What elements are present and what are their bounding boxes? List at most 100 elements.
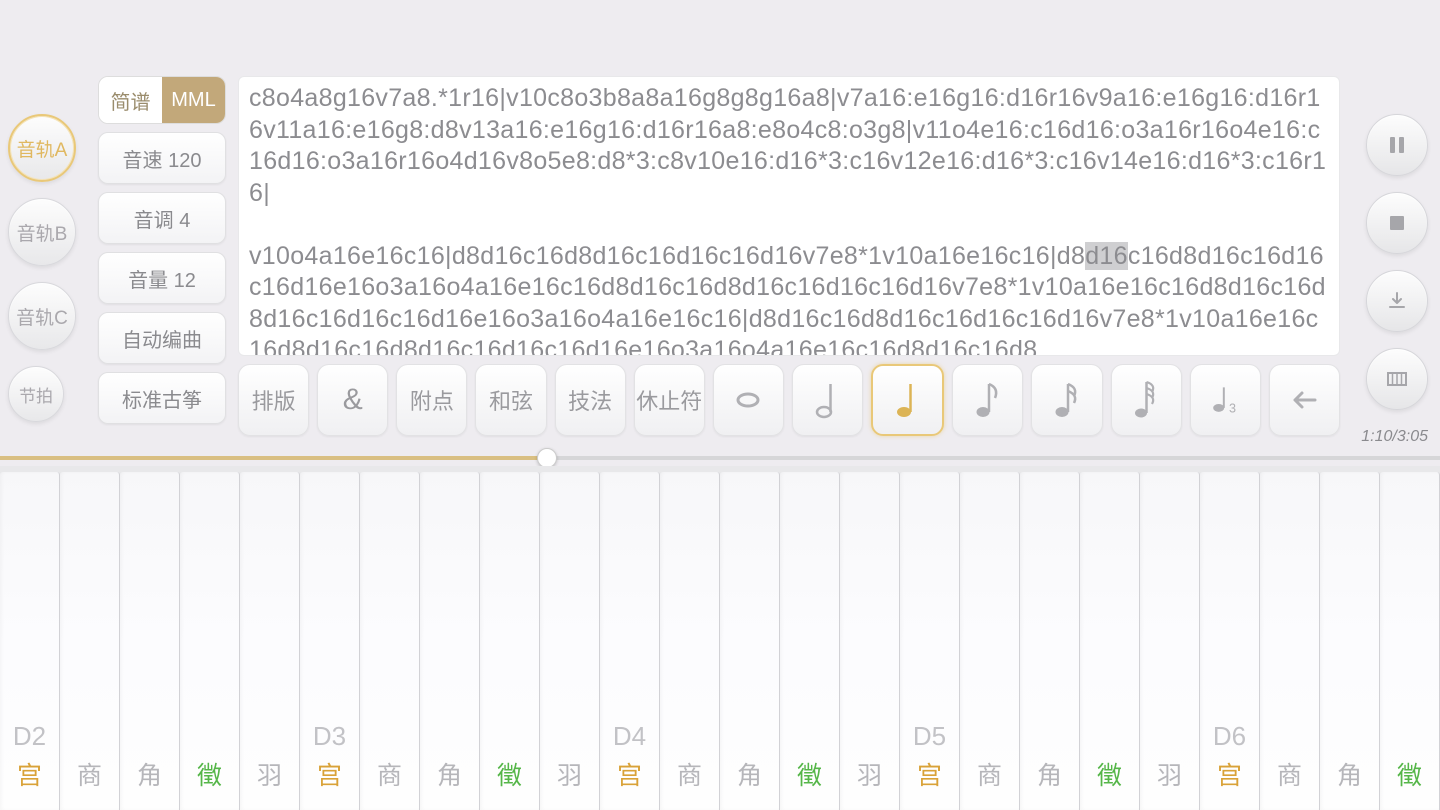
pentatonic-label: 角 xyxy=(137,756,162,792)
string-key[interactable]: D4 宫 xyxy=(600,472,660,810)
track-a-button[interactable]: 音轨A xyxy=(8,114,76,182)
pentatonic-label: 徵 xyxy=(197,756,222,792)
string-key[interactable]: 商 xyxy=(360,472,420,810)
pentatonic-label: 宫 xyxy=(917,756,942,792)
dotted-button[interactable]: 附点 xyxy=(396,364,467,436)
backspace-button[interactable] xyxy=(1269,364,1340,436)
string-key[interactable]: 角 xyxy=(1020,472,1080,810)
chord-button[interactable]: 和弦 xyxy=(475,364,546,436)
progress-fill xyxy=(0,456,547,460)
string-key[interactable]: 商 xyxy=(960,472,1020,810)
tempo-button[interactable]: 音速 120 xyxy=(98,132,226,184)
whole-note-icon xyxy=(733,380,763,420)
download-button[interactable] xyxy=(1366,270,1428,332)
playback-controls xyxy=(1366,114,1428,410)
half-note-icon xyxy=(813,380,843,420)
pentatonic-label: 商 xyxy=(977,756,1002,792)
string-key[interactable]: 羽 xyxy=(540,472,600,810)
string-key[interactable]: 羽 xyxy=(1140,472,1200,810)
editor-panel: 音轨A 音轨B 音轨C 节拍 简谱 MML 音速 120 音调 4 音量 12 … xyxy=(0,72,1440,440)
string-key[interactable]: 徵 xyxy=(480,472,540,810)
string-key[interactable]: 徵 xyxy=(180,472,240,810)
string-key[interactable]: 商 xyxy=(60,472,120,810)
guzheng-keyboard: D2宫商角徵羽D3宫商角徵羽D4宫商角徵羽D5宫商角徵羽D6宫商角徵 xyxy=(0,466,1440,810)
pause-button[interactable] xyxy=(1366,114,1428,176)
pentatonic-label: 商 xyxy=(1277,756,1302,792)
sixteenth-note-button[interactable] xyxy=(1031,364,1102,436)
string-key[interactable]: 商 xyxy=(660,472,720,810)
string-key[interactable]: 角 xyxy=(120,472,180,810)
mml-text-2a: v10o4a16e16c16|d8d16c16d8d16c16d16c16d16… xyxy=(249,242,1085,270)
pentatonic-label: 角 xyxy=(437,756,462,792)
pentatonic-label: 宫 xyxy=(617,756,642,792)
backspace-icon xyxy=(1289,380,1319,420)
mml-tab[interactable]: MML xyxy=(162,77,225,123)
track-selector: 音轨A 音轨B 音轨C 节拍 xyxy=(8,114,76,422)
quarter-note-icon xyxy=(893,380,923,420)
octave-label: D4 xyxy=(613,721,646,752)
svg-text:3: 3 xyxy=(1229,402,1236,416)
pentatonic-label: 徵 xyxy=(797,756,822,792)
string-key[interactable]: 角 xyxy=(720,472,780,810)
stop-button[interactable] xyxy=(1366,192,1428,254)
mml-text-1: c8o4a8g16v7a8.*1r16|v10c8o3b8a8a16g8g8g1… xyxy=(249,84,1326,207)
pause-icon xyxy=(1386,134,1408,156)
quarter-note-button[interactable] xyxy=(871,364,944,436)
tie-button[interactable]: & xyxy=(317,364,388,436)
octave-label: D3 xyxy=(313,721,346,752)
pentatonic-label: 宫 xyxy=(317,756,342,792)
keyboard-button[interactable] xyxy=(1366,348,1428,410)
pentatonic-label: 羽 xyxy=(557,756,582,792)
stop-icon xyxy=(1386,212,1408,234)
pentatonic-label: 徵 xyxy=(497,756,522,792)
progress-thumb[interactable] xyxy=(537,448,557,468)
string-key[interactable]: D5 宫 xyxy=(900,472,960,810)
mml-textarea[interactable]: c8o4a8g16v7a8.*1r16|v10c8o3b8a8a16g8g8g1… xyxy=(238,76,1340,356)
auto-arrange-button[interactable]: 自动编曲 xyxy=(98,312,226,364)
notation-toggle[interactable]: 简谱 MML xyxy=(98,76,226,124)
string-key[interactable]: 角 xyxy=(1320,472,1380,810)
beat-button[interactable]: 节拍 xyxy=(8,366,64,422)
volume-button[interactable]: 音量 12 xyxy=(98,252,226,304)
string-key[interactable]: 角 xyxy=(420,472,480,810)
note-toolbar: 排版 & 附点 和弦 技法 休止符 3 xyxy=(238,364,1340,436)
triplet-button[interactable]: 3 xyxy=(1190,364,1261,436)
technique-button[interactable]: 技法 xyxy=(555,364,626,436)
track-b-button[interactable]: 音轨B xyxy=(8,198,76,266)
pentatonic-label: 羽 xyxy=(257,756,282,792)
thirtysecond-note-button[interactable] xyxy=(1111,364,1182,436)
pentatonic-label: 角 xyxy=(1037,756,1062,792)
string-key[interactable]: 羽 xyxy=(240,472,300,810)
pentatonic-label: 徵 xyxy=(1397,756,1422,792)
pentatonic-label: 徵 xyxy=(1097,756,1122,792)
settings-column: 简谱 MML 音速 120 音调 4 音量 12 自动编曲 标准古筝 xyxy=(98,76,226,424)
format-button[interactable]: 排版 xyxy=(238,364,309,436)
track-c-button[interactable]: 音轨C xyxy=(8,282,76,350)
string-key[interactable]: D3 宫 xyxy=(300,472,360,810)
half-note-button[interactable] xyxy=(792,364,863,436)
octave-label: D5 xyxy=(913,721,946,752)
string-key[interactable]: 徵 xyxy=(780,472,840,810)
progress-bar[interactable] xyxy=(0,456,1440,460)
eighth-note-button[interactable] xyxy=(952,364,1023,436)
pentatonic-label: 羽 xyxy=(857,756,882,792)
pentatonic-label: 羽 xyxy=(1157,756,1182,792)
instrument-button[interactable]: 标准古筝 xyxy=(98,372,226,424)
pentatonic-label: 宫 xyxy=(1217,756,1242,792)
pentatonic-label: 商 xyxy=(677,756,702,792)
string-key[interactable]: 徵 xyxy=(1380,472,1440,810)
keyboard-icon xyxy=(1386,368,1408,390)
pentatonic-label: 角 xyxy=(737,756,762,792)
string-key[interactable]: D2宫 xyxy=(0,472,60,810)
jianpu-tab[interactable]: 简谱 xyxy=(99,77,162,123)
rest-button[interactable]: 休止符 xyxy=(634,364,705,436)
playback-time: 1:10/3:05 xyxy=(1361,428,1428,446)
string-key[interactable]: 徵 xyxy=(1080,472,1140,810)
string-key[interactable]: 羽 xyxy=(840,472,900,810)
whole-note-button[interactable] xyxy=(713,364,784,436)
tone-button[interactable]: 音调 4 xyxy=(98,192,226,244)
string-key[interactable]: D6宫 xyxy=(1200,472,1260,810)
string-key[interactable]: 商 xyxy=(1260,472,1320,810)
octave-label: D2 xyxy=(13,721,46,752)
pentatonic-label: 角 xyxy=(1337,756,1362,792)
